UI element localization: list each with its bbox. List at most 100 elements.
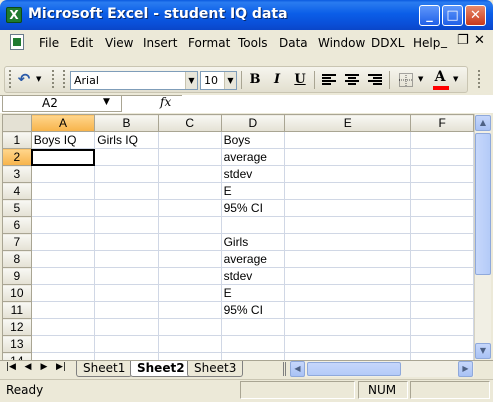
cell-e12[interactable]	[284, 318, 412, 336]
cell-b3[interactable]	[94, 165, 159, 183]
cell-e5[interactable]	[284, 199, 412, 217]
chevron-down-icon[interactable]: ▼	[224, 72, 236, 89]
insert-function-icon[interactable]: fx	[160, 95, 171, 109]
cell-c10[interactable]	[157, 284, 222, 302]
cell-f11[interactable]	[410, 301, 474, 319]
row-header[interactable]: 2	[2, 148, 32, 166]
cell-e13[interactable]	[284, 335, 412, 353]
cell-c13[interactable]	[157, 335, 222, 353]
align-right-icon[interactable]	[365, 70, 385, 90]
last-sheet-button[interactable]: ▶|	[55, 362, 67, 372]
cell-f7[interactable]	[410, 233, 474, 251]
row-header[interactable]: 6	[2, 216, 32, 234]
cell-b1[interactable]: Girls IQ	[94, 131, 159, 149]
cell-e1[interactable]	[284, 131, 412, 149]
scroll-down-button[interactable]: ▼	[475, 343, 491, 359]
toolbar-options-grip[interactable]	[478, 70, 481, 88]
cell-c7[interactable]	[157, 233, 222, 251]
next-sheet-button[interactable]: ▶	[38, 362, 50, 372]
cell-a7[interactable]	[30, 233, 96, 251]
row-header[interactable]: 8	[2, 250, 32, 268]
cell-b13[interactable]	[94, 335, 159, 353]
cell-a11[interactable]	[30, 301, 96, 319]
doc-minimize-button[interactable]: _	[441, 34, 447, 48]
cell-c1[interactable]	[157, 131, 222, 149]
cell-d10[interactable]: E	[220, 284, 286, 302]
column-header-e[interactable]: E	[284, 114, 412, 132]
cell-c5[interactable]	[157, 199, 222, 217]
cell-f2[interactable]	[410, 148, 474, 166]
cell-f5[interactable]	[410, 199, 474, 217]
scroll-up-button[interactable]: ▲	[475, 115, 491, 131]
formula-input[interactable]	[182, 95, 493, 112]
menu-help[interactable]: Help	[413, 36, 440, 50]
cell-f8[interactable]	[410, 250, 474, 268]
menu-edit[interactable]: Edit	[70, 36, 93, 50]
cell-f9[interactable]	[410, 267, 474, 285]
select-all-corner[interactable]	[2, 114, 32, 132]
borders-dropdown-icon[interactable]: ▼	[418, 75, 423, 83]
cell-d12[interactable]	[220, 318, 286, 336]
cell-e9[interactable]	[284, 267, 412, 285]
menu-format[interactable]: Format	[188, 36, 230, 50]
font-color-dropdown-icon[interactable]: ▼	[453, 75, 458, 83]
cell-a9[interactable]	[30, 267, 96, 285]
cell-a5[interactable]	[30, 199, 96, 217]
menu-view[interactable]: View	[105, 36, 133, 50]
cell-b10[interactable]	[94, 284, 159, 302]
cell-f4[interactable]	[410, 182, 474, 200]
doc-close-button[interactable]: ✕	[474, 33, 485, 48]
cell-e2[interactable]	[284, 148, 412, 166]
cell-d4[interactable]: E	[220, 182, 286, 200]
minimize-button[interactable]: _	[419, 5, 440, 26]
cell-d3[interactable]: stdev	[220, 165, 286, 183]
cell-c2[interactable]	[157, 148, 222, 166]
cell-b2[interactable]	[94, 148, 159, 166]
column-header-d[interactable]: D	[220, 114, 286, 132]
row-header[interactable]: 5	[2, 199, 32, 217]
underline-button[interactable]: U	[290, 70, 310, 90]
cell-e7[interactable]	[284, 233, 412, 251]
row-header[interactable]: 12	[2, 318, 32, 336]
cell-e14[interactable]	[284, 352, 412, 360]
excel-app-icon[interactable]: X	[6, 7, 22, 23]
vertical-scroll-thumb[interactable]	[475, 133, 491, 275]
align-center-icon[interactable]	[342, 70, 362, 90]
font-color-button[interactable]: A	[430, 67, 450, 87]
cell-a10[interactable]	[30, 284, 96, 302]
cell-b9[interactable]	[94, 267, 159, 285]
cell-b5[interactable]	[94, 199, 159, 217]
cell-d14[interactable]	[220, 352, 286, 360]
sheet-tab-1[interactable]: Sheet1	[76, 361, 133, 377]
undo-icon[interactable]: ↶	[14, 69, 34, 89]
row-header[interactable]: 11	[2, 301, 32, 319]
row-header[interactable]: 1	[2, 131, 32, 149]
row-header[interactable]: 7	[2, 233, 32, 251]
cell-c8[interactable]	[157, 250, 222, 268]
sheet-tab-3[interactable]: Sheet3	[187, 361, 244, 377]
cell-f1[interactable]	[410, 131, 474, 149]
align-left-icon[interactable]	[319, 70, 339, 90]
bold-button[interactable]: B	[245, 70, 265, 90]
row-header[interactable]: 9	[2, 267, 32, 285]
column-header-b[interactable]: B	[94, 114, 159, 132]
font-name-select[interactable]: Arial ▼	[70, 71, 198, 90]
cell-a13[interactable]	[30, 335, 96, 353]
cell-a8[interactable]	[30, 250, 96, 268]
cell-a4[interactable]	[30, 182, 96, 200]
cell-d13[interactable]	[220, 335, 286, 353]
menu-file[interactable]: File	[39, 36, 59, 50]
cell-f14[interactable]	[410, 352, 474, 360]
cell-c3[interactable]	[157, 165, 222, 183]
menu-window[interactable]: Window	[318, 36, 365, 50]
cell-e3[interactable]	[284, 165, 412, 183]
menu-tools[interactable]: Tools	[238, 36, 268, 50]
cell-c11[interactable]	[157, 301, 222, 319]
menu-ddxl[interactable]: DDXL	[371, 36, 404, 50]
cell-e11[interactable]	[284, 301, 412, 319]
toolbar-grip-2[interactable]	[52, 70, 55, 88]
row-header[interactable]: 10	[2, 284, 32, 302]
cell-d8[interactable]: average	[220, 250, 286, 268]
doc-restore-button[interactable]: ❐	[457, 33, 469, 48]
sheet-tab-2[interactable]: Sheet2	[130, 361, 192, 377]
